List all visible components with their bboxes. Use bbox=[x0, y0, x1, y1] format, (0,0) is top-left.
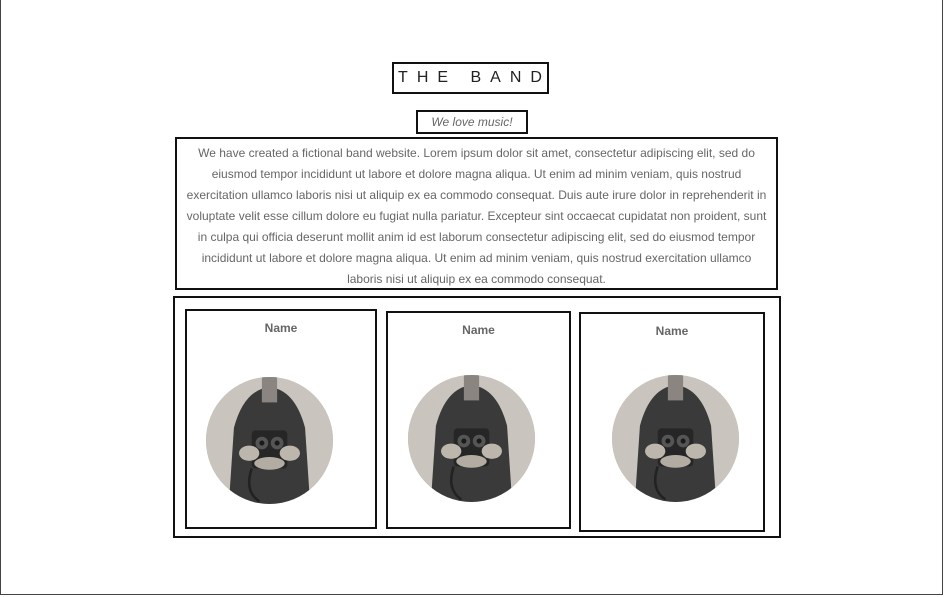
member-card: Name bbox=[579, 312, 765, 532]
camera-holder-image bbox=[612, 375, 739, 502]
band-title-box: THE BAND bbox=[392, 62, 549, 94]
description-text: We have created a fictional band website… bbox=[186, 146, 767, 286]
description-box: We have created a fictional band website… bbox=[175, 137, 778, 290]
member-name: Name bbox=[655, 324, 689, 338]
member-name: Name bbox=[264, 321, 298, 335]
member-card: Name bbox=[386, 311, 571, 529]
camera-holder-image bbox=[408, 375, 535, 502]
member-photo bbox=[206, 377, 333, 504]
member-photo bbox=[612, 375, 739, 502]
members-section: Name Name Name bbox=[173, 296, 781, 538]
member-photo bbox=[408, 375, 535, 502]
tagline-box: We love music! bbox=[416, 110, 528, 134]
band-title: THE BAND bbox=[398, 69, 551, 86]
camera-holder-image bbox=[206, 377, 333, 504]
tagline: We love music! bbox=[431, 115, 513, 129]
member-name: Name bbox=[462, 323, 495, 337]
member-card: Name bbox=[185, 309, 377, 529]
